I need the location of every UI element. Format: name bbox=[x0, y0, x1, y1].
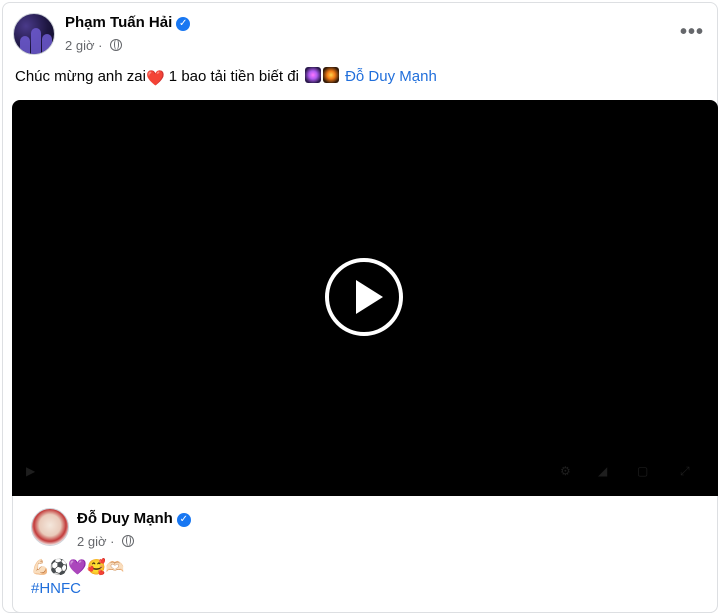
meta-separator: · bbox=[98, 38, 107, 53]
globe-icon[interactable] bbox=[110, 39, 123, 51]
shared-author-name[interactable]: Đỗ Duy Mạnh ✓ bbox=[77, 510, 191, 527]
shared-post-time[interactable]: 2 giờ bbox=[77, 534, 107, 549]
shared-author-avatar[interactable] bbox=[31, 508, 69, 546]
verified-badge-icon: ✓ bbox=[176, 513, 191, 527]
fireworks-orange-icon bbox=[323, 67, 340, 83]
video-player[interactable]: ▶ ⚙ ◢ ▢ ⤢ bbox=[12, 100, 718, 496]
verified-badge-icon: ✓ bbox=[176, 17, 191, 31]
shared-author-name-text[interactable]: Đỗ Duy Mạnh bbox=[77, 510, 173, 527]
post-card: Phạm Tuấn Hải ✓ 2 giờ · ••• Chúc mừng anh… bbox=[2, 2, 718, 613]
volume-icon[interactable]: ◢ bbox=[598, 464, 607, 480]
post-caption: Chúc mừng anh zai❤️ 1 bao tải tiền biết … bbox=[15, 67, 437, 87]
meta-separator: · bbox=[110, 534, 119, 549]
author-name-text[interactable]: Phạm Tuấn Hải bbox=[65, 14, 172, 31]
shared-emojis: 💪🏻⚽💜🥰🫶🏻 bbox=[31, 558, 125, 576]
post-header: Phạm Tuấn Hải ✓ 2 giờ · ••• bbox=[3, 3, 717, 61]
avatar-figure bbox=[31, 28, 41, 54]
more-options-button[interactable]: ••• bbox=[675, 17, 709, 51]
author-avatar[interactable] bbox=[13, 13, 55, 55]
fireworks-purple-icon bbox=[305, 67, 322, 83]
fullscreen-icon[interactable]: ▢ bbox=[637, 464, 648, 480]
shared-post[interactable]: Đỗ Duy Mạnh ✓ 2 giờ · 💪🏻⚽💜🥰🫶🏻 #HNFC bbox=[12, 496, 718, 613]
heart-emoji-icon: ❤️ bbox=[145, 70, 165, 87]
caption-text: Chúc mừng anh zai bbox=[15, 68, 146, 85]
post-time[interactable]: 2 giờ bbox=[65, 38, 95, 53]
author-name[interactable]: Phạm Tuấn Hải ✓ bbox=[65, 14, 191, 31]
settings-icon[interactable]: ⚙ bbox=[560, 464, 571, 480]
avatar-figure bbox=[20, 36, 30, 54]
shared-post-meta: 2 giờ · bbox=[77, 534, 135, 549]
expand-icon[interactable]: ⤢ bbox=[680, 464, 690, 480]
avatar-figure bbox=[42, 34, 52, 54]
caption-text-2: 1 bao tải tiền biết đi bbox=[164, 68, 304, 85]
hashtag-link[interactable]: #HNFC bbox=[31, 580, 81, 597]
play-icon[interactable] bbox=[325, 258, 403, 336]
post-meta: 2 giờ · bbox=[65, 38, 123, 53]
globe-icon[interactable] bbox=[122, 535, 135, 547]
video-play-control-icon[interactable]: ▶ bbox=[26, 464, 35, 480]
mention-link[interactable]: Đỗ Duy Mạnh bbox=[345, 68, 437, 85]
